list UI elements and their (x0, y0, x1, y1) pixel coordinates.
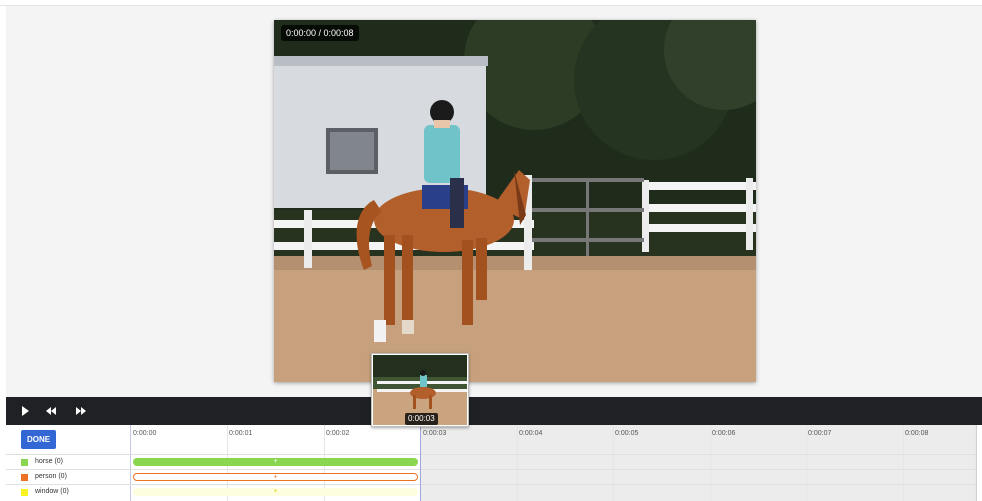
label-name: window (0) (35, 488, 69, 495)
row-divider (131, 469, 976, 470)
tick-label: 0:00:02 (326, 430, 350, 437)
right-edge (976, 425, 982, 501)
rewind-icon[interactable] (43, 403, 59, 419)
bar-marker: + (273, 458, 278, 465)
play-icon[interactable] (17, 403, 33, 419)
label-row-window[interactable]: window (0) (6, 484, 131, 499)
unplayed-region (420, 425, 976, 501)
tick-line (517, 425, 518, 501)
color-swatch (21, 459, 28, 466)
color-swatch (21, 489, 28, 496)
tick-label: 0:00:07 (808, 430, 832, 437)
tick-label: 0:00:00 (133, 430, 157, 437)
label-name: horse (0) (35, 458, 64, 465)
fast-forward-icon[interactable] (73, 403, 89, 419)
video-image (274, 20, 756, 382)
tick-label: 0:00:08 (905, 430, 929, 437)
row-divider (131, 454, 976, 455)
tick-line (903, 425, 904, 501)
tick-line (806, 425, 807, 501)
tick-label: 0:00:01 (229, 430, 253, 437)
row-divider (131, 484, 976, 485)
label-name: person (0) (35, 473, 67, 480)
scrub-thumbnail: 0:00:03 (371, 353, 469, 427)
done-button[interactable]: DONE (21, 430, 56, 449)
timeline-track[interactable]: 0:00:00 0:00:01 0:00:02 0:00:03 0:00:04 … (131, 425, 976, 501)
tick-line (974, 425, 975, 501)
annotation-timeline: DONE horse (0) person (0) window (0) 0:0… (6, 425, 976, 501)
horse-track-bar[interactable]: + (133, 458, 418, 466)
window-track-bar[interactable]: + (133, 488, 418, 496)
tick-line (710, 425, 711, 501)
tick-label: 0:00:05 (615, 430, 639, 437)
label-row-horse[interactable]: horse (0) (6, 454, 131, 469)
person-track-bar[interactable]: + (133, 473, 418, 481)
tick-line (613, 425, 614, 501)
bar-marker: + (273, 474, 278, 481)
tick-label: 0:00:06 (712, 430, 736, 437)
tick-label: 0:00:04 (519, 430, 543, 437)
color-swatch (21, 474, 28, 481)
playhead-cursor[interactable] (420, 425, 421, 501)
label-row-person[interactable]: person (0) (6, 469, 131, 484)
tick-label: 0:00:03 (423, 430, 447, 437)
playback-controls (6, 397, 982, 425)
bar-marker: + (273, 488, 278, 495)
video-timecode: 0:00:00 / 0:00:08 (281, 25, 359, 41)
label-column: DONE horse (0) person (0) window (0) (6, 425, 131, 501)
video-frame[interactable] (274, 20, 756, 382)
thumbnail-time: 0:00:03 (405, 413, 438, 425)
